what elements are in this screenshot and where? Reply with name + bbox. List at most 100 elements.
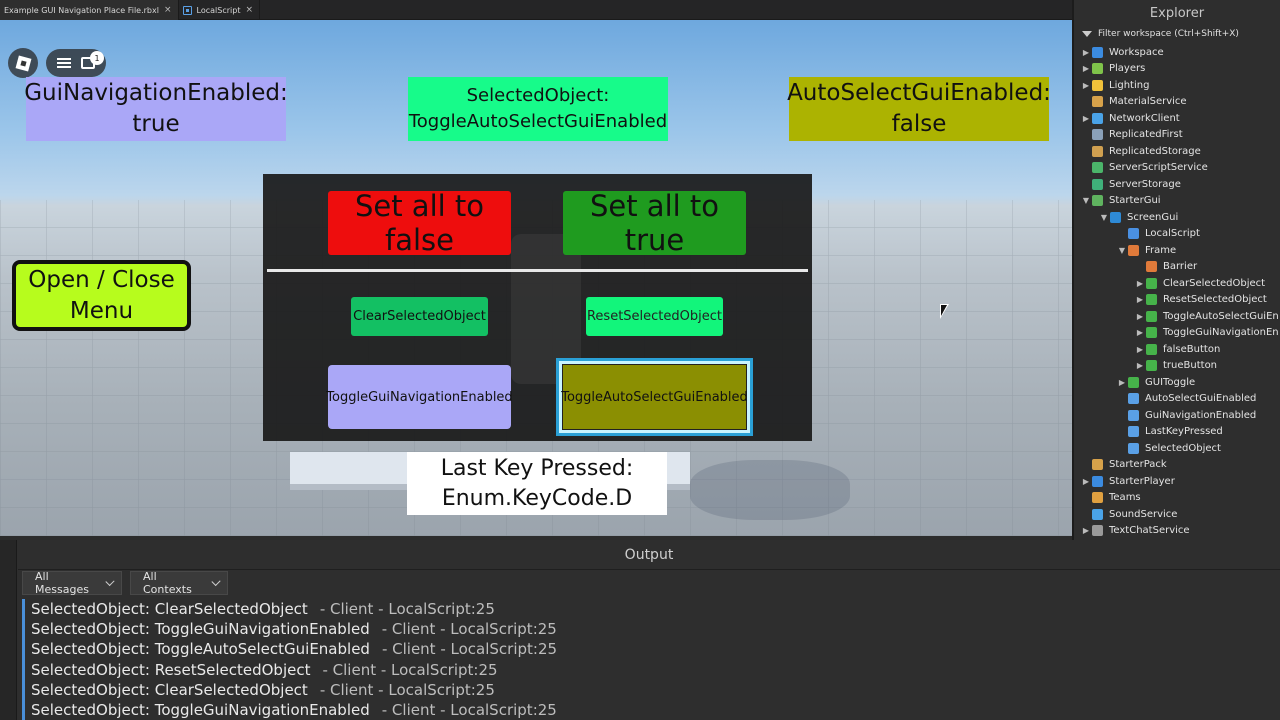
explorer-tree: ▶ Workspace ▶ Players ▶ Lighting MaterialServi… [1074, 44, 1280, 539]
explorer-item[interactable]: ▶ Players [1074, 61, 1280, 78]
instance-icon [1092, 492, 1103, 504]
explorer-item[interactable]: ▶ Lighting [1074, 77, 1280, 94]
tab-place-file[interactable]: Example GUI Navigation Place File.rbxl × [0, 0, 179, 20]
output-log-list[interactable]: SelectedObject: ClearSelectedObject - Cl… [22, 599, 1272, 720]
explorer-item[interactable]: Teams [1074, 490, 1280, 507]
expand-arrow-icon[interactable]: ▶ [1134, 312, 1146, 321]
explorer-item[interactable]: ReplicatedFirst [1074, 127, 1280, 144]
expand-arrow-icon[interactable]: ▶ [1134, 361, 1146, 370]
selected-object-label: SelectedObject: ToggleAutoSelectGuiEnable… [408, 77, 668, 141]
explorer-item[interactable]: ▶ StarterPlayer [1074, 473, 1280, 490]
log-source[interactable]: - Client - LocalScript:25 [322, 661, 497, 679]
instance-icon [1128, 244, 1139, 256]
explorer-item[interactable]: ▶ ClearSelectedObject [1074, 275, 1280, 292]
log-message: SelectedObject: ToggleGuiNavigationEnabl… [31, 701, 370, 720]
expand-arrow-icon[interactable]: ▶ [1134, 328, 1146, 337]
explorer-item[interactable]: ▼ ScreenGui [1074, 209, 1280, 226]
log-source[interactable]: - Client - LocalScript:25 [382, 620, 557, 638]
contexts-filter-dropdown[interactable]: All Contexts [130, 570, 228, 596]
output-log-entry[interactable]: SelectedObject: ClearSelectedObject - Cl… [31, 680, 1272, 700]
close-icon[interactable]: × [245, 5, 253, 15]
output-title: Output [18, 540, 1280, 570]
tab-localscript[interactable]: LocalScript × [179, 0, 260, 20]
log-source[interactable]: - Client - LocalScript:25 [382, 701, 557, 719]
explorer-item[interactable]: ▶ ToggleAutoSelectGuiEn [1074, 308, 1280, 325]
explorer-item[interactable]: ▶ ToggleGuiNavigationEn [1074, 325, 1280, 342]
explorer-item[interactable]: ServerScriptService [1074, 160, 1280, 177]
messages-filter-dropdown[interactable]: All Messages [22, 570, 122, 596]
open-close-menu-button[interactable]: Open / Close Menu [12, 260, 191, 331]
instance-icon [1128, 442, 1139, 454]
hamburger-icon[interactable] [57, 58, 71, 68]
clear-selected-object-button[interactable]: ClearSelectedObject [351, 297, 488, 336]
log-message: SelectedObject: ClearSelectedObject [31, 600, 308, 619]
expand-arrow-icon[interactable]: ▶ [1134, 279, 1146, 288]
expand-arrow-icon[interactable]: ▶ [1080, 526, 1092, 535]
explorer-item[interactable]: StarterPack [1074, 457, 1280, 474]
explorer-item-label: AutoSelectGuiEnabled [1145, 393, 1257, 405]
explorer-panel: Explorer Filter workspace (Ctrl+Shift+X)… [1072, 0, 1280, 540]
explorer-item[interactable]: LocalScript [1074, 226, 1280, 243]
roblox-menu-icon[interactable] [8, 48, 38, 78]
close-icon[interactable]: × [164, 5, 172, 15]
expand-arrow-icon[interactable]: ▶ [1134, 295, 1146, 304]
explorer-item[interactable]: ▶ NetworkClient [1074, 110, 1280, 127]
explorer-item-label: trueButton [1163, 360, 1218, 372]
output-log-entry[interactable]: SelectedObject: ToggleAutoSelectGuiEnabl… [31, 639, 1272, 659]
explorer-item-label: ToggleAutoSelectGuiEn [1163, 310, 1279, 322]
explorer-item-label: ServerScriptService [1109, 162, 1208, 174]
explorer-item[interactable]: ▶ TextChatService [1074, 523, 1280, 540]
auto-select-label: AutoSelectGuiEnabled: false [787, 77, 1051, 141]
set-all-true-button[interactable]: Set all to true [563, 189, 746, 257]
instance-icon [1146, 277, 1157, 289]
log-source[interactable]: - Client - LocalScript:25 [320, 681, 495, 699]
explorer-item[interactable]: ▶ Workspace [1074, 44, 1280, 61]
explorer-item[interactable]: LastKeyPressed [1074, 424, 1280, 441]
explorer-item[interactable]: ▶ trueButton [1074, 358, 1280, 375]
reset-selected-object-button[interactable]: ResetSelectedObject [586, 297, 723, 336]
explorer-title: Explorer [1149, 5, 1205, 21]
explorer-item[interactable]: ServerStorage [1074, 176, 1280, 193]
explorer-item-label: StarterGui [1109, 195, 1161, 207]
log-source[interactable]: - Client - LocalScript:25 [320, 600, 495, 618]
output-log-entry[interactable]: SelectedObject: ToggleGuiNavigationEnabl… [31, 700, 1272, 720]
explorer-item[interactable]: SelectedObject [1074, 440, 1280, 457]
explorer-item[interactable]: SoundService [1074, 506, 1280, 523]
explorer-item-label: StarterPack [1109, 459, 1167, 471]
log-message: SelectedObject: ToggleGuiNavigationEnabl… [31, 620, 370, 639]
output-log-entry[interactable]: SelectedObject: ClearSelectedObject - Cl… [31, 599, 1272, 619]
explorer-item-label: Players [1109, 63, 1146, 75]
explorer-item[interactable]: Barrier [1074, 259, 1280, 276]
explorer-item[interactable]: ▼ StarterGui [1074, 193, 1280, 210]
explorer-item-label: StarterPlayer [1109, 475, 1175, 487]
explorer-item[interactable]: AutoSelectGuiEnabled [1074, 391, 1280, 408]
explorer-filter-input[interactable]: Filter workspace (Ctrl+Shift+X) [1074, 26, 1280, 42]
explorer-item[interactable]: ▶ GUIToggle [1074, 374, 1280, 391]
collapse-arrow-icon[interactable]: ▼ [1080, 196, 1092, 205]
explorer-item[interactable]: ▼ Frame [1074, 242, 1280, 259]
explorer-item[interactable]: ▶ ResetSelectedObject [1074, 292, 1280, 309]
explorer-item[interactable]: ReplicatedStorage [1074, 143, 1280, 160]
expand-arrow-icon[interactable]: ▶ [1080, 48, 1092, 57]
output-log-entry[interactable]: SelectedObject: ResetSelectedObject - Cl… [31, 660, 1272, 680]
toggle-auto-select-button[interactable]: ToggleAutoSelectGuiEnabled [559, 361, 750, 433]
expand-arrow-icon[interactable]: ▶ [1080, 81, 1092, 90]
log-source[interactable]: - Client - LocalScript:25 [382, 640, 557, 658]
instance-icon [1146, 343, 1157, 355]
expand-arrow-icon[interactable]: ▶ [1134, 345, 1146, 354]
expand-arrow-icon[interactable]: ▶ [1080, 64, 1092, 73]
game-viewport[interactable]: 1 GuiNavigationEnabled: true SelectedObje… [0, 20, 1072, 536]
output-log-entry[interactable]: SelectedObject: ToggleGuiNavigationEnabl… [31, 619, 1272, 639]
expand-arrow-icon[interactable]: ▶ [1080, 477, 1092, 486]
expand-arrow-icon[interactable]: ▶ [1116, 378, 1128, 387]
instance-icon [1146, 310, 1157, 322]
set-all-false-button[interactable]: Set all to false [328, 189, 511, 257]
collapse-arrow-icon[interactable]: ▼ [1116, 246, 1128, 255]
explorer-item[interactable]: MaterialService [1074, 94, 1280, 111]
explorer-item[interactable]: GuiNavigationEnabled [1074, 407, 1280, 424]
instance-icon [1092, 112, 1103, 124]
collapse-arrow-icon[interactable]: ▼ [1098, 213, 1110, 222]
toggle-gui-navigation-button[interactable]: ToggleGuiNavigationEnabled [326, 365, 513, 429]
explorer-item[interactable]: ▶ falseButton [1074, 341, 1280, 358]
expand-arrow-icon[interactable]: ▶ [1080, 114, 1092, 123]
